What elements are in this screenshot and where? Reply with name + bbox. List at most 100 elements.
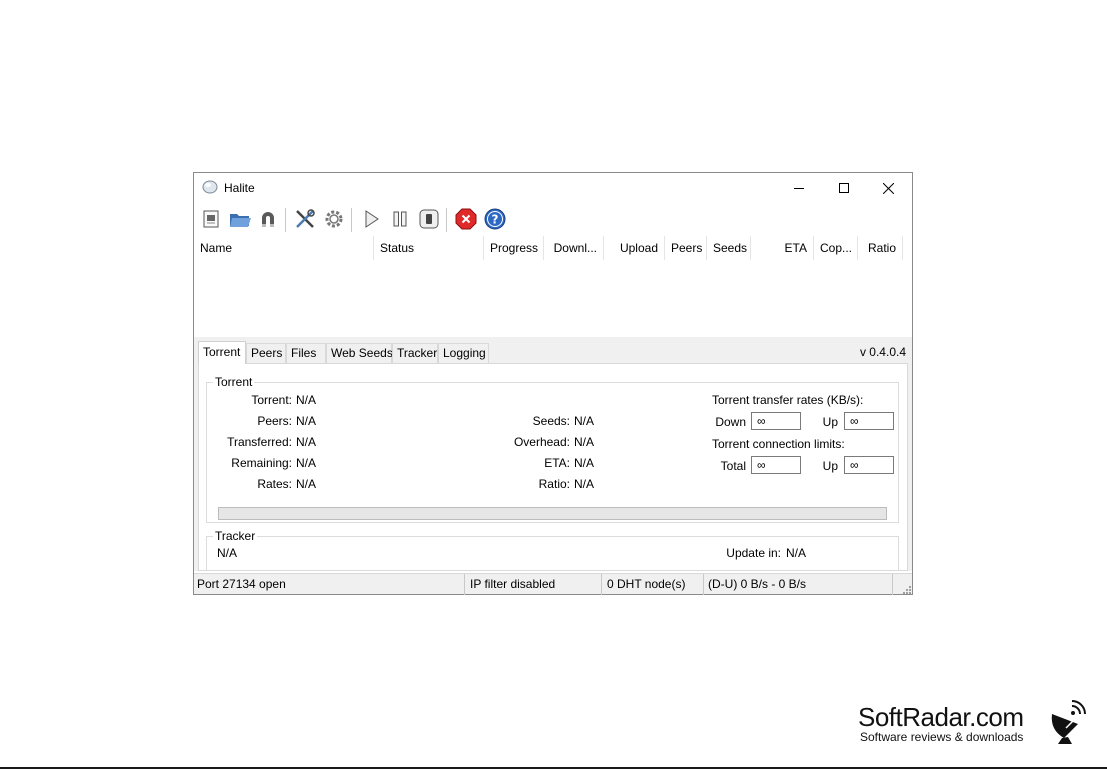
gear-icon [323, 208, 345, 233]
minimize-icon [793, 183, 804, 193]
tab-web-seeds[interactable]: Web Seeds [326, 343, 393, 363]
total-limit-label: Total [720, 459, 746, 473]
play-button[interactable] [358, 207, 384, 233]
port-status: Port 27134 open [194, 574, 465, 595]
eta-label: ETA: [544, 456, 570, 470]
tab-logging[interactable]: Logging [438, 343, 489, 363]
column-header-name[interactable]: Name [194, 236, 374, 260]
remove-icon [455, 208, 477, 233]
total-limit-field[interactable]: ∞ [751, 456, 801, 474]
resize-grip-icon[interactable] [901, 583, 911, 594]
close-icon [883, 182, 894, 194]
settings-tools-icon [294, 208, 316, 233]
torrent-group-title: Torrent [213, 375, 255, 389]
svg-text:?: ? [492, 212, 499, 226]
settings-tools-button[interactable] [292, 207, 318, 233]
ip-filter-status: IP filter disabled [467, 574, 602, 595]
watermark-name: SoftRadar.com [858, 702, 1024, 732]
up-rate-label: Up [822, 415, 838, 429]
torrent-list-header: Name Status Progress Downl... Upload Pee… [194, 236, 912, 260]
column-header-seeds[interactable]: Seeds [707, 236, 751, 260]
connection-limits-title: Torrent connection limits: [712, 437, 845, 451]
update-in-value: N/A [786, 546, 807, 560]
dht-status: 0 DHT node(s) [604, 574, 704, 595]
tab-torrent[interactable]: Torrent [198, 341, 246, 364]
toolbar-separator [351, 208, 352, 232]
halite-app-icon [202, 180, 218, 194]
halite-window: Halite ? Name Status Progress Downl... U… [193, 172, 913, 595]
remaining-label: Remaining: [231, 456, 292, 470]
peers-label: Peers: [257, 414, 292, 428]
remaining-value: N/A [296, 456, 317, 470]
down-rate-field[interactable]: ∞ [751, 412, 801, 430]
torrent-value: N/A [296, 393, 317, 407]
remove-button[interactable] [453, 207, 479, 233]
overhead-value: N/A [574, 435, 595, 449]
torrent-label: Torrent: [251, 393, 292, 407]
open-folder-icon [228, 209, 252, 232]
stop-button[interactable] [416, 207, 442, 233]
pause-icon [390, 209, 410, 232]
version-label: v 0.4.0.4 [859, 345, 906, 359]
watermark-tagline: Software reviews & downloads [860, 730, 1024, 744]
peers-value: N/A [296, 414, 317, 428]
column-header-copies[interactable]: Cop... [814, 236, 858, 260]
column-header-ratio[interactable]: Ratio [858, 236, 903, 260]
seeds-label: Seeds: [532, 414, 570, 428]
column-header-eta[interactable]: ETA [751, 236, 814, 260]
column-header-upload[interactable]: Upload [604, 236, 665, 260]
pause-button[interactable] [387, 207, 413, 233]
softradar-watermark: SoftRadar.com Software reviews & downloa… [858, 700, 1088, 746]
tab-tracker[interactable]: Tracker [392, 343, 438, 363]
torrent-list[interactable] [194, 260, 912, 337]
help-button[interactable]: ? [482, 207, 508, 233]
ratio-label: Ratio: [538, 477, 570, 491]
open-folder-button[interactable] [227, 207, 253, 233]
rates-value: N/A [296, 477, 317, 491]
eta-value: N/A [574, 456, 595, 470]
title-bar[interactable]: Halite [194, 173, 912, 203]
column-header-status[interactable]: Status [374, 236, 484, 260]
column-header-download[interactable]: Downl... [544, 236, 604, 260]
maximize-button[interactable] [821, 173, 866, 203]
status-bar: Port 27134 open IP filter disabled 0 DHT… [194, 573, 912, 595]
torrent-group: Torrent Torrent: N/A Peers: N/A Transfer… [206, 375, 899, 523]
tab-peers[interactable]: Peers [246, 343, 286, 363]
toolbar: ? [194, 205, 912, 235]
torrent-progress-bar [218, 507, 887, 520]
column-header-progress[interactable]: Progress [484, 236, 544, 260]
overhead-label: Overhead: [513, 435, 570, 449]
maximize-icon [838, 183, 849, 193]
up-limit-label: Up [822, 459, 838, 473]
transferred-value: N/A [296, 435, 317, 449]
tracker-group-title: Tracker [213, 529, 258, 543]
magnet-button[interactable] [255, 207, 281, 233]
transfer-rate-status: (D-U) 0 B/s - 0 B/s [705, 574, 893, 595]
up-rate-field[interactable]: ∞ [844, 412, 894, 430]
tracker-value: N/A [217, 546, 238, 560]
ratio-value: N/A [574, 477, 595, 491]
stop-icon [418, 208, 440, 233]
play-icon [361, 209, 381, 232]
magnet-icon [258, 209, 278, 232]
minimize-button[interactable] [776, 173, 821, 203]
tracker-group: Tracker N/A Update in: N/A [206, 529, 899, 570]
satellite-dish-icon [1048, 700, 1088, 744]
close-button[interactable] [866, 173, 911, 203]
down-rate-label: Down [715, 415, 746, 429]
help-icon: ? [484, 208, 506, 233]
toolbar-separator [446, 208, 447, 232]
tab-files[interactable]: Files [286, 343, 326, 363]
torrent-tab-panel: Torrent Torrent: N/A Peers: N/A Transfer… [198, 363, 908, 571]
rates-label: Rates: [257, 477, 292, 491]
transfer-rates-title: Torrent transfer rates (KB/s): [712, 393, 864, 407]
column-header-peers[interactable]: Peers [665, 236, 707, 260]
seeds-value: N/A [574, 414, 595, 428]
update-in-label: Update in: [726, 546, 781, 560]
open-torrent-button[interactable] [198, 207, 224, 233]
up-limit-field[interactable]: ∞ [844, 456, 894, 474]
window-title: Halite [224, 181, 255, 195]
gear-button[interactable] [321, 207, 347, 233]
open-torrent-icon [201, 209, 221, 232]
transferred-label: Transferred: [227, 435, 292, 449]
